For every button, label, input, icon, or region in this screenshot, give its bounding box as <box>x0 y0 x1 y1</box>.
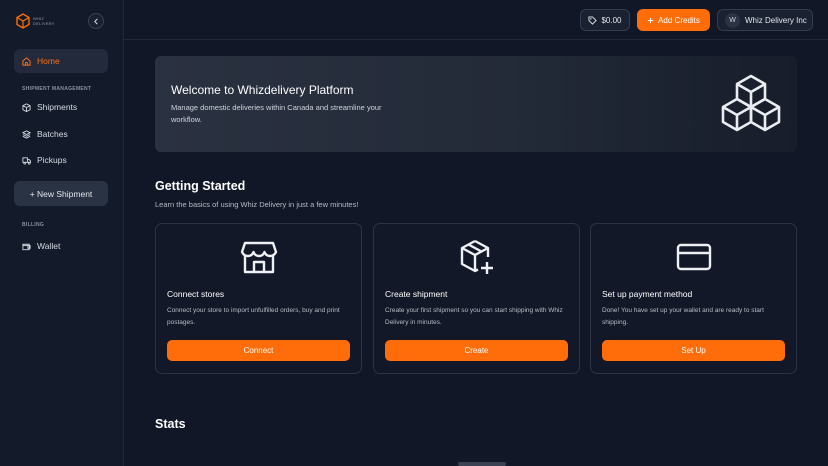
logo-text: WHIZ DELIVERY <box>33 16 55 26</box>
wallet-icon <box>22 243 31 250</box>
card-title: Set up payment method <box>602 289 693 299</box>
wallet-balance-button[interactable]: $0.00 <box>580 9 630 31</box>
add-credits-button[interactable]: Add Credits <box>637 9 710 31</box>
avatar: W <box>725 12 740 28</box>
getting-started-title: Getting Started <box>155 179 246 193</box>
top-bar: $0.00 Add Credits W Whiz Delivery Inc <box>124 0 828 40</box>
sidebar-item-label: Home <box>37 56 60 66</box>
section-label-shipment-management: SHIPMENT MANAGEMENT <box>22 86 92 92</box>
store-icon <box>240 241 278 274</box>
sidebar-item-label: Shipments <box>37 102 78 112</box>
welcome-banner: Welcome to Whizdelivery Platform Manage … <box>155 56 797 152</box>
card-create-shipment: Create shipment Create your first shipme… <box>373 223 580 374</box>
create-button[interactable]: Create <box>385 340 568 361</box>
banner-description: Manage domestic deliveries within Canada… <box>171 103 382 124</box>
collapse-sidebar-button[interactable] <box>88 13 104 29</box>
card-description: Create your first shipment so you can st… <box>385 307 563 326</box>
sidebar-item-pickups[interactable]: Pickups <box>14 148 108 172</box>
add-credits-label: Add Credits <box>658 15 700 25</box>
chevron-left-icon <box>93 18 98 24</box>
plus-icon <box>647 17 654 23</box>
section-label-billing: BILLING <box>22 222 45 228</box>
banner-title: Welcome to Whizdelivery Platform <box>171 83 354 97</box>
card-title: Create shipment <box>385 289 448 299</box>
layers-icon <box>22 129 31 139</box>
brand-logo[interactable]: WHIZ DELIVERY <box>16 12 60 30</box>
stats-title: Stats <box>155 417 186 431</box>
account-name: Whiz Delivery Inc <box>745 15 807 25</box>
truck-icon <box>22 156 31 165</box>
sidebar-item-label: Batches <box>37 129 68 139</box>
scroll-indicator[interactable] <box>458 462 506 466</box>
sidebar: WHIZ DELIVERY Home SHIPMENT MANAGEMENT S… <box>0 0 124 466</box>
credit-card-icon <box>676 243 712 271</box>
card-title: Connect stores <box>167 289 225 299</box>
logo-cube-icon <box>16 13 30 29</box>
card-description: Connect your store to import unfulfilled… <box>167 307 340 326</box>
sidebar-item-wallet[interactable]: Wallet <box>14 234 108 258</box>
card-payment-method: Set up payment method Done! You have set… <box>590 223 797 374</box>
tag-icon <box>588 15 598 25</box>
sidebar-item-home[interactable]: Home <box>14 49 108 73</box>
new-shipment-button[interactable]: + New Shipment <box>14 181 108 206</box>
box-icon <box>22 102 31 112</box>
balance-amount: $0.00 <box>601 15 622 25</box>
sidebar-item-shipments[interactable]: Shipments <box>14 95 108 119</box>
sidebar-item-batches[interactable]: Batches <box>14 122 108 146</box>
card-connect-stores: Connect stores Connect your store to imp… <box>155 223 362 374</box>
set-up-button[interactable]: Set Up <box>602 340 785 361</box>
home-icon <box>22 56 31 66</box>
package-plus-icon <box>460 239 493 274</box>
sidebar-item-label: Pickups <box>37 155 67 165</box>
card-description: Done! You have set up your wallet and ar… <box>602 307 764 326</box>
getting-started-subtitle: Learn the basics of using Whiz Delivery … <box>155 200 359 209</box>
connect-button[interactable]: Connect <box>167 340 350 361</box>
account-menu-button[interactable]: W Whiz Delivery Inc <box>717 9 813 31</box>
cubes-icon <box>721 74 781 132</box>
sidebar-item-label: Wallet <box>37 241 61 251</box>
